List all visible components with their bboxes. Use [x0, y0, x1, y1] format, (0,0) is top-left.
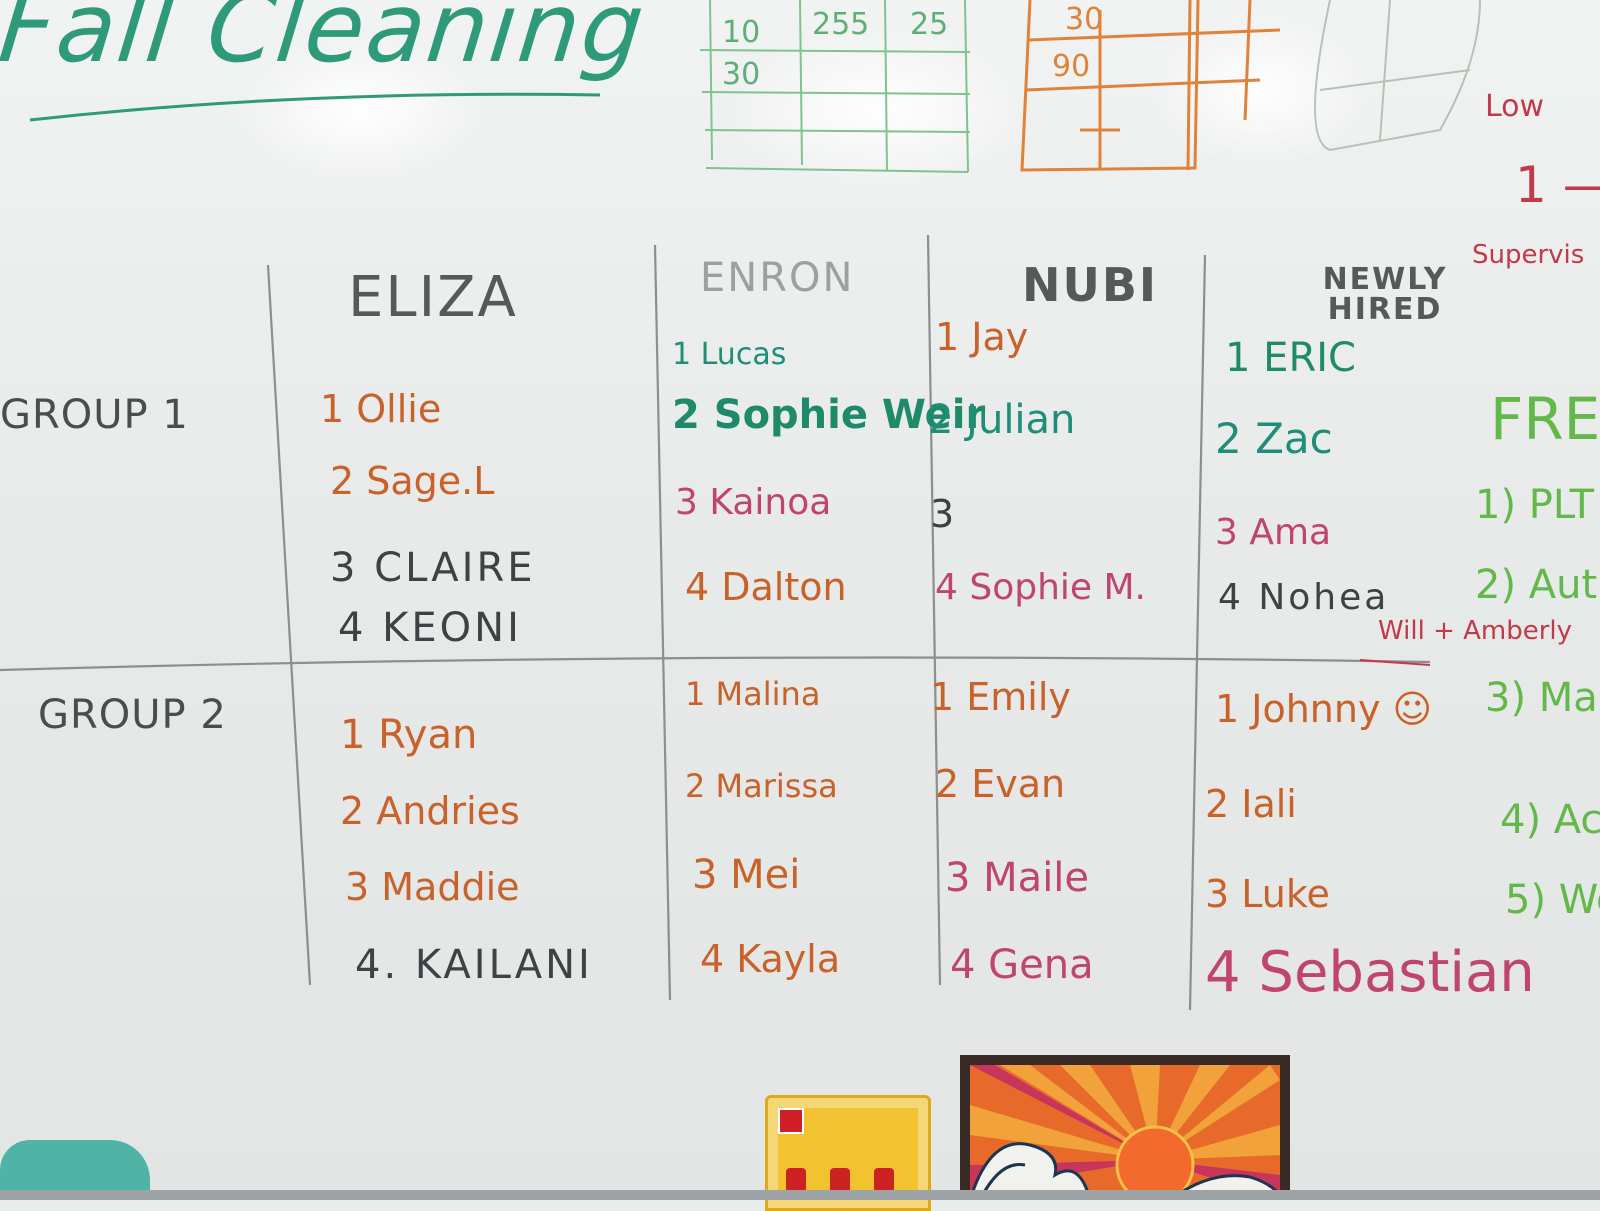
column-header-nubi: NUBI — [1022, 258, 1159, 312]
name-entry: 2 Iali — [1205, 782, 1297, 826]
grid-number: 30 — [722, 57, 761, 92]
note-low: Low — [1485, 89, 1545, 124]
name-entry: 4 Kayla — [700, 937, 841, 981]
side-note: Will + Amberly — [1378, 616, 1573, 646]
orange-grid — [1020, 0, 1281, 172]
column-header-eliza: ELIZA — [348, 265, 518, 330]
grid-number: 255 — [812, 7, 870, 42]
sunburst-wave-image — [967, 1065, 1282, 1205]
name-entry: 3 Luke — [1205, 872, 1330, 916]
name-entry: 4 Sophie M. — [935, 567, 1146, 608]
note-fresh: FRES — [1490, 385, 1600, 453]
name-entry: 4 Nohea — [1218, 577, 1390, 618]
name-entry: 4 Sebastian — [1205, 940, 1535, 1005]
fresh-item: 1) PLT — [1475, 482, 1595, 528]
name-entry: 3 Ama — [1215, 512, 1332, 553]
name-entry: 2 Andries — [340, 789, 520, 833]
column-header-newly-hired: NEWLY HIRED — [1322, 262, 1448, 327]
group-label-1: GROUP 1 — [0, 392, 189, 438]
name-entry: 3 CLAIRE — [330, 545, 536, 591]
fresh-item: 2) Aut — [1475, 562, 1598, 608]
name-entry: 2 Zac — [1215, 414, 1333, 463]
name-entry: 1 Johnny ☺ — [1215, 687, 1433, 731]
name-entry: 3 Maddie — [345, 865, 520, 909]
name-entry: 1 Malina — [685, 675, 821, 713]
name-entry: 1 Emily — [930, 675, 1071, 719]
name-entry: 1 Lucas — [672, 337, 787, 372]
name-entry: 2 Julian — [928, 397, 1076, 443]
name-entry: 4. KAILANI — [355, 942, 593, 988]
name-entry: 1 Ryan — [340, 712, 478, 758]
faint-grid — [1314, 0, 1481, 152]
fresh-item: 4) Ac — [1500, 797, 1600, 843]
column-header-enron: ENRON — [700, 255, 855, 301]
name-entry: 2 Evan — [935, 762, 1066, 806]
name-entry: 2 Sage.L — [330, 459, 495, 503]
name-entry: 1 ERIC — [1225, 335, 1356, 381]
name-entry: 3 — [930, 492, 955, 536]
note-one: 1 — — [1515, 156, 1600, 214]
name-entry: 4 Gena — [950, 942, 1094, 988]
name-entry: 1 Ollie — [320, 387, 442, 431]
lego-logo-icon — [778, 1108, 804, 1134]
name-entry: 1 Jay — [935, 315, 1029, 359]
grid-number: 25 — [910, 7, 949, 42]
name-entry: 2 Marissa — [685, 767, 838, 805]
note-supervisor: Supervis — [1472, 240, 1585, 270]
name-entry: 4 KEONI — [338, 605, 522, 651]
name-entry: 3 Kainoa — [675, 482, 832, 523]
grid-number: 30 — [1065, 2, 1104, 37]
board-tray — [0, 1190, 1600, 1200]
fresh-item: 3) Ma — [1485, 675, 1598, 721]
group-label-2: GROUP 2 — [38, 692, 227, 738]
grid-number: 90 — [1052, 49, 1091, 84]
fresh-item: 5) We — [1505, 877, 1600, 923]
name-entry: 4 Dalton — [685, 565, 847, 609]
name-entry: 3 Mei — [692, 852, 801, 898]
great-wave-sunburst-artwork — [960, 1055, 1290, 1205]
name-entry: 3 Maile — [945, 855, 1090, 901]
whiteboard: Fall Cleaning 10 255 25 30 30 90 Low 1 S… — [0, 0, 1600, 1211]
grid-number: 10 — [722, 15, 761, 50]
